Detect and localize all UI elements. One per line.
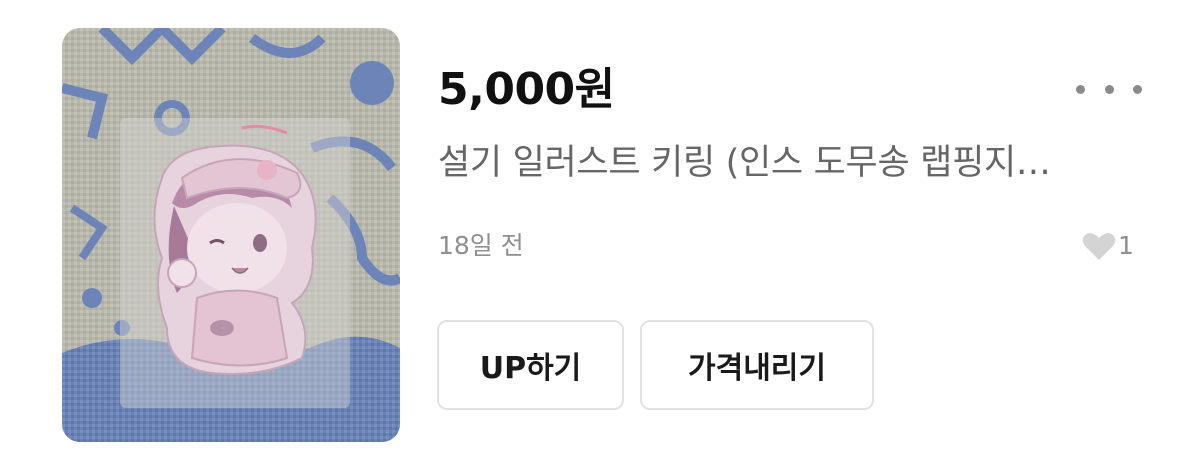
product-title[interactable]: 설기 일러스트 키링 (인스 도무송 랩핑지…	[438, 136, 1138, 190]
like-count: 1	[1118, 231, 1134, 260]
more-options-button[interactable]	[1076, 74, 1142, 104]
up-button[interactable]: UP하기	[437, 320, 624, 410]
posted-time: 18일 전	[438, 231, 524, 260]
more-dots-icon	[1104, 84, 1114, 94]
product-thumbnail[interactable]	[62, 28, 400, 442]
more-dots-icon	[1133, 84, 1142, 94]
price-label: 5,000원	[438, 64, 615, 115]
product-listing-card[interactable]: 5,000원 설기 일러스트 키링 (인스 도무송 랩핑지… 18일 전 1 U…	[0, 0, 1200, 455]
lower-price-button[interactable]: 가격내리기	[640, 320, 874, 410]
heart-icon	[1082, 233, 1116, 260]
more-dots-icon	[1076, 84, 1085, 94]
product-photo	[62, 28, 400, 442]
like-indicator[interactable]: 1	[1082, 226, 1134, 266]
